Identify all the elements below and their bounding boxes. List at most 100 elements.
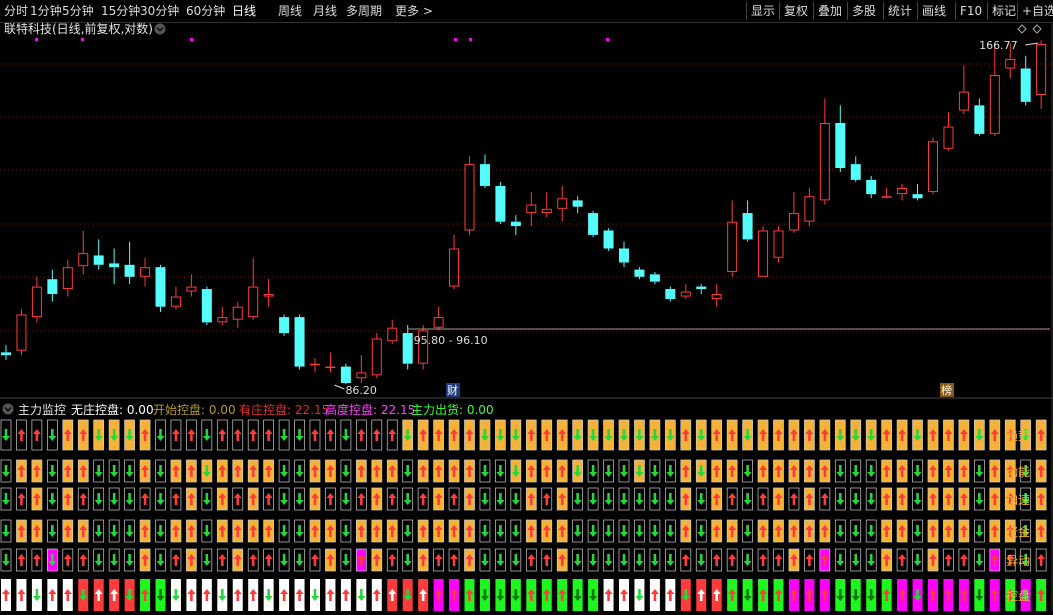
indicator-cell [680, 487, 692, 511]
candle [680, 284, 691, 300]
indicator-cell [495, 419, 506, 451]
indicator-cell [556, 419, 568, 451]
indicator-cell [649, 519, 661, 543]
indicator-cell [325, 548, 336, 572]
event-marker [606, 38, 609, 41]
candle [31, 276, 42, 323]
indicator-cell [850, 548, 862, 572]
indicator-cell [247, 487, 259, 511]
indicator-cell [850, 519, 862, 543]
candle [572, 196, 583, 214]
candle [897, 183, 908, 201]
indicator-cell [139, 487, 151, 511]
period-tab-4[interactable]: 30分钟 [140, 0, 179, 22]
indicator-cell [278, 487, 290, 511]
indicator-row-label: 异动 [1006, 554, 1030, 568]
candle [402, 325, 413, 370]
indicator-cell [943, 548, 954, 572]
indicator-cell [695, 519, 707, 543]
period-tab-9[interactable]: 多周期 [346, 0, 382, 22]
indicator-cell [386, 487, 398, 511]
indicator-cell [834, 459, 846, 483]
indicator-cell [619, 579, 629, 611]
indicator-cell [93, 579, 104, 611]
toolbar-button-7[interactable]: 标记 [992, 0, 1016, 22]
toolbar-button-3[interactable]: 多股 [852, 0, 876, 22]
title-dropdown-icon[interactable] [154, 23, 166, 35]
candle [62, 260, 73, 297]
indicator-cell [989, 548, 1001, 572]
indicator-cell [93, 419, 105, 451]
indicator-cell [742, 487, 753, 511]
period-tab-6[interactable]: 日线 [232, 0, 256, 22]
indicator-cell [928, 579, 938, 611]
indicator-cell [139, 519, 151, 543]
period-tab-7[interactable]: 周线 [278, 0, 302, 22]
toolbar-button-8[interactable]: +自选 [1022, 0, 1053, 22]
indicator-cell [170, 548, 182, 572]
period-tab-2[interactable]: 5分钟 [62, 0, 94, 22]
toolbar-button-0[interactable]: 显示 [751, 0, 775, 22]
period-tab-10[interactable]: 更多 > [395, 0, 433, 22]
indicator-cell [356, 548, 367, 572]
indicator-cell [449, 579, 460, 611]
candle [1020, 55, 1031, 106]
indicator-cell [371, 419, 383, 451]
indicator-cell [711, 487, 723, 511]
indicator-cell [371, 459, 383, 483]
toolbar-button-2[interactable]: 叠加 [818, 0, 842, 22]
indicator-cell [0, 519, 12, 543]
period-tab-0[interactable]: 分时 [4, 0, 28, 22]
indicator-cell [386, 519, 398, 543]
indicator-cell [216, 487, 228, 511]
indicator-cell [572, 579, 583, 611]
toolbar-button-5[interactable]: 画线 [922, 0, 946, 22]
indicator-cell [973, 487, 985, 511]
indicator-row-3: 资金 [0, 519, 1047, 543]
toolbar-button-4[interactable]: 统计 [888, 0, 912, 22]
diamond-icon-2[interactable] [1032, 24, 1042, 34]
indicator-dropdown-icon[interactable] [2, 403, 14, 415]
indicator-cell [31, 519, 43, 543]
indicator-cell [232, 487, 244, 511]
indicator-cell [649, 487, 661, 511]
toolbar-button-1[interactable]: 复权 [784, 0, 808, 22]
indicator-cell [896, 419, 908, 451]
candle [634, 267, 645, 280]
indicator-cell [634, 459, 645, 483]
indicator-cell [263, 579, 274, 611]
indicator-cell [943, 419, 954, 451]
toolbar-separator [955, 2, 956, 20]
stock-title: 联特科技(日线,前复权,对数) [4, 22, 153, 36]
indicator-cell [186, 579, 197, 611]
indicator-cell [247, 459, 259, 483]
indicator-cell [525, 487, 537, 511]
indicator-item-3: 高度控盘: 22.15 [325, 402, 415, 417]
indicator-cell [448, 548, 460, 572]
indicator-cell [77, 459, 89, 483]
period-tab-1[interactable]: 1分钟 [30, 0, 62, 22]
indicator-cell [757, 548, 769, 572]
event-marker [454, 38, 457, 41]
indicator-cell [124, 487, 135, 511]
indicator-cell [448, 487, 460, 511]
indicator-cell [603, 519, 614, 543]
period-tab-3[interactable]: 15分钟 [101, 0, 140, 22]
indicator-cell [680, 419, 692, 451]
diamond-icon[interactable] [1017, 24, 1027, 34]
candle [727, 200, 738, 277]
period-tab-5[interactable]: 60分钟 [186, 0, 225, 22]
period-tab-8[interactable]: 月线 [313, 0, 337, 22]
indicator-cell [278, 419, 290, 451]
indicator-cell [773, 519, 784, 543]
indicator-cell [464, 459, 475, 483]
indicator-row-0: 趋势 [0, 419, 1047, 451]
indicator-cell [0, 419, 12, 451]
indicator-cell [201, 519, 213, 543]
toolbar-button-6[interactable]: F10 [960, 0, 982, 22]
indicator-cell [124, 519, 135, 543]
indicator-cell [572, 459, 584, 483]
chart-svg: 联特科技(日线,前复权,对数) 166.77 86.20 95.80 - 96.10… [0, 21, 1053, 611]
indicator-cell [819, 519, 831, 543]
indicator-cell [263, 519, 274, 543]
